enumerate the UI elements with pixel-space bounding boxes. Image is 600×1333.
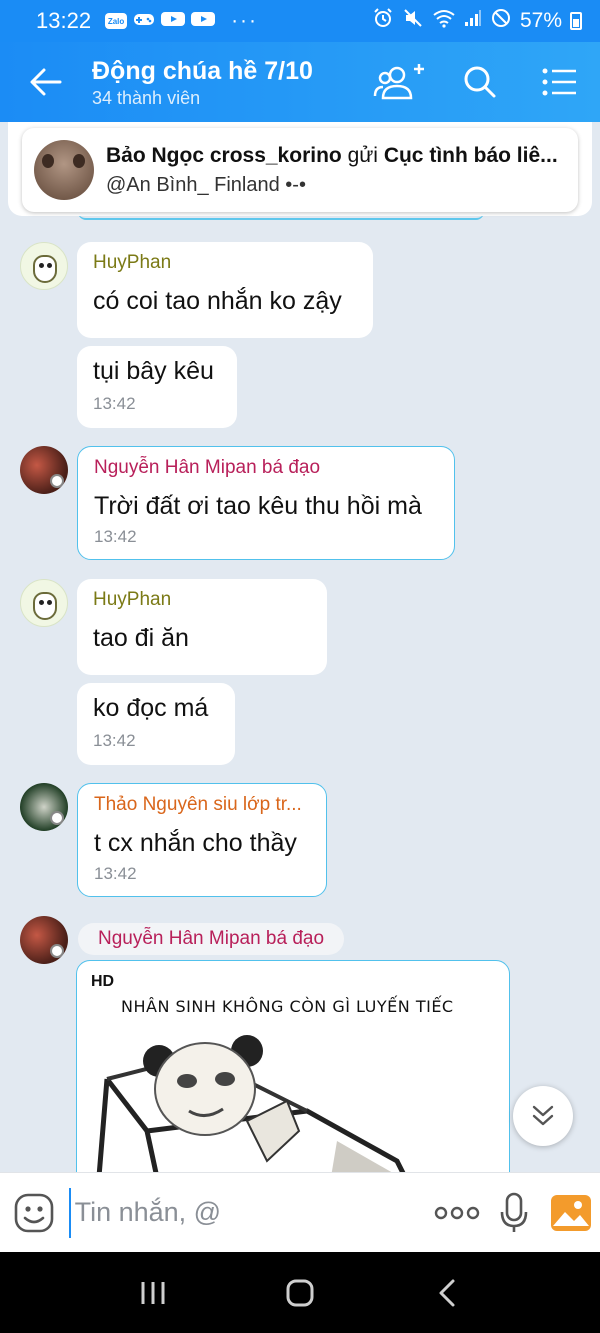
panda-meme-illustration <box>96 1035 406 1172</box>
message-bubble[interactable]: ko đọc má 13:42 <box>77 683 235 765</box>
recent-apps-icon <box>141 1281 165 1304</box>
message-text: tao đi ăn <box>93 624 189 652</box>
back-arrow-icon <box>30 68 62 96</box>
message-input[interactable] <box>68 1187 429 1238</box>
more-options-button[interactable] <box>429 1173 486 1253</box>
menu-button[interactable] <box>520 42 600 122</box>
message-time: 13:42 <box>94 527 137 546</box>
system-icons: 57% <box>372 7 582 35</box>
more-dots-icon <box>434 1206 480 1219</box>
voice-message-button[interactable] <box>486 1173 543 1253</box>
online-badge-icon <box>50 944 64 958</box>
youtube-icon <box>161 9 186 33</box>
scroll-to-bottom-button[interactable] <box>513 1086 573 1146</box>
microphone-icon <box>500 1192 528 1232</box>
game-controller-icon <box>133 9 155 33</box>
message-bubble[interactable]: tụi bây kêu 13:42 <box>77 346 237 428</box>
nav-back-button[interactable] <box>417 1263 477 1323</box>
more-notifications-icon: ··· <box>231 9 259 32</box>
status-bar: 13:22 Zalo ··· 57% <box>0 0 600 42</box>
message-text: ko đọc má <box>93 694 209 722</box>
pinned-verb: gửi <box>341 143 384 167</box>
zalo-icon: Zalo <box>105 13 128 29</box>
menu-icon <box>542 68 576 96</box>
chat-header: Động chúa hề 7/10 34 thành viên <box>0 42 600 122</box>
status-time: 13:22 <box>36 8 92 33</box>
add-member-icon <box>373 64 424 100</box>
message-bubble[interactable]: Nguyễn Hân Mipan bá đạo Trời đất ơi tao … <box>77 446 455 560</box>
pinned-title: Bảo Ngọc cross_korino gửi Cục tình báo l… <box>106 144 566 168</box>
message-bubble[interactable]: HuyPhan có coi tao nhắn ko zậy <box>77 242 373 338</box>
signal-icon <box>464 9 482 33</box>
member-count: 34 thành viên <box>92 87 201 108</box>
message-time: 13:42 <box>93 394 136 413</box>
image-message[interactable]: HD NHÂN SINH KHÔNG CÒN GÌ LUYẾN TIẾC <box>76 960 510 1172</box>
add-member-button[interactable] <box>360 42 440 122</box>
battery-icon <box>570 12 582 30</box>
message-time: 13:42 <box>93 731 136 750</box>
avatar-huyphan[interactable] <box>20 242 68 290</box>
back-button[interactable] <box>0 42 92 122</box>
wifi-icon <box>432 8 456 34</box>
send-photo-button[interactable] <box>543 1173 600 1253</box>
system-navigation-bar <box>0 1252 600 1333</box>
double-chevron-down-icon <box>532 1105 554 1126</box>
emoji-icon <box>14 1193 54 1232</box>
message-sender: Thảo Nguyên siu lớp tr... <box>94 794 302 815</box>
battery-percent: 57% <box>519 9 562 32</box>
search-button[interactable] <box>440 42 520 122</box>
message-text: có coi tao nhắn ko zậy <box>93 287 342 315</box>
notification-icons: Zalo ··· <box>105 9 258 33</box>
image-icon <box>551 1194 592 1231</box>
chat-area[interactable]: Bảo Ngọc cross_korino gửi Cục tình báo l… <box>0 122 600 1172</box>
avatar-huyphan[interactable] <box>20 579 68 627</box>
message-sender: HuyPhan <box>93 589 172 610</box>
message-time: 13:42 <box>94 864 137 883</box>
message-sender: HuyPhan <box>93 252 172 273</box>
recent-apps-button[interactable] <box>123 1263 183 1323</box>
home-button[interactable] <box>270 1263 330 1323</box>
do-not-disturb-icon <box>490 7 512 35</box>
pinned-target: Cục tình báo liê... <box>383 143 558 167</box>
message-bubble[interactable]: Thảo Nguyên siu lớp tr... t cx nhắn cho … <box>77 783 327 897</box>
message-sender: Nguyễn Hân Mipan bá đạo <box>94 457 321 478</box>
message-text: tụi bây kêu <box>93 357 214 385</box>
nav-back-icon <box>439 1279 455 1306</box>
pinned-mention: @An Bình_ Finland •-• <box>106 173 306 196</box>
mute-icon <box>402 7 424 35</box>
pinned-message[interactable]: Bảo Ngọc cross_korino gửi Cục tình báo l… <box>22 128 578 212</box>
message-bubble[interactable]: HuyPhan tao đi ăn <box>77 579 327 675</box>
home-icon <box>286 1279 314 1306</box>
group-title: Động chúa hề 7/10 <box>92 56 313 85</box>
online-badge-icon <box>50 474 64 488</box>
image-message-sender: Nguyễn Hân Mipan bá đạo <box>78 923 345 955</box>
message-composer <box>0 1172 600 1252</box>
message-text: t cx nhắn cho thầy <box>94 829 297 857</box>
youtube-icon <box>191 9 216 33</box>
pinned-sender-avatar <box>34 140 94 200</box>
group-info[interactable]: Động chúa hề 7/10 34 thành viên <box>92 56 360 109</box>
pinned-sender: Bảo Ngọc cross_korino <box>106 143 342 167</box>
online-badge-icon <box>50 811 64 825</box>
message-text: Trời đất ơi tao kêu thu hồi mà <box>94 492 422 520</box>
alarm-icon <box>372 7 394 35</box>
search-icon <box>464 66 496 98</box>
emoji-button[interactable] <box>0 1173 69 1253</box>
